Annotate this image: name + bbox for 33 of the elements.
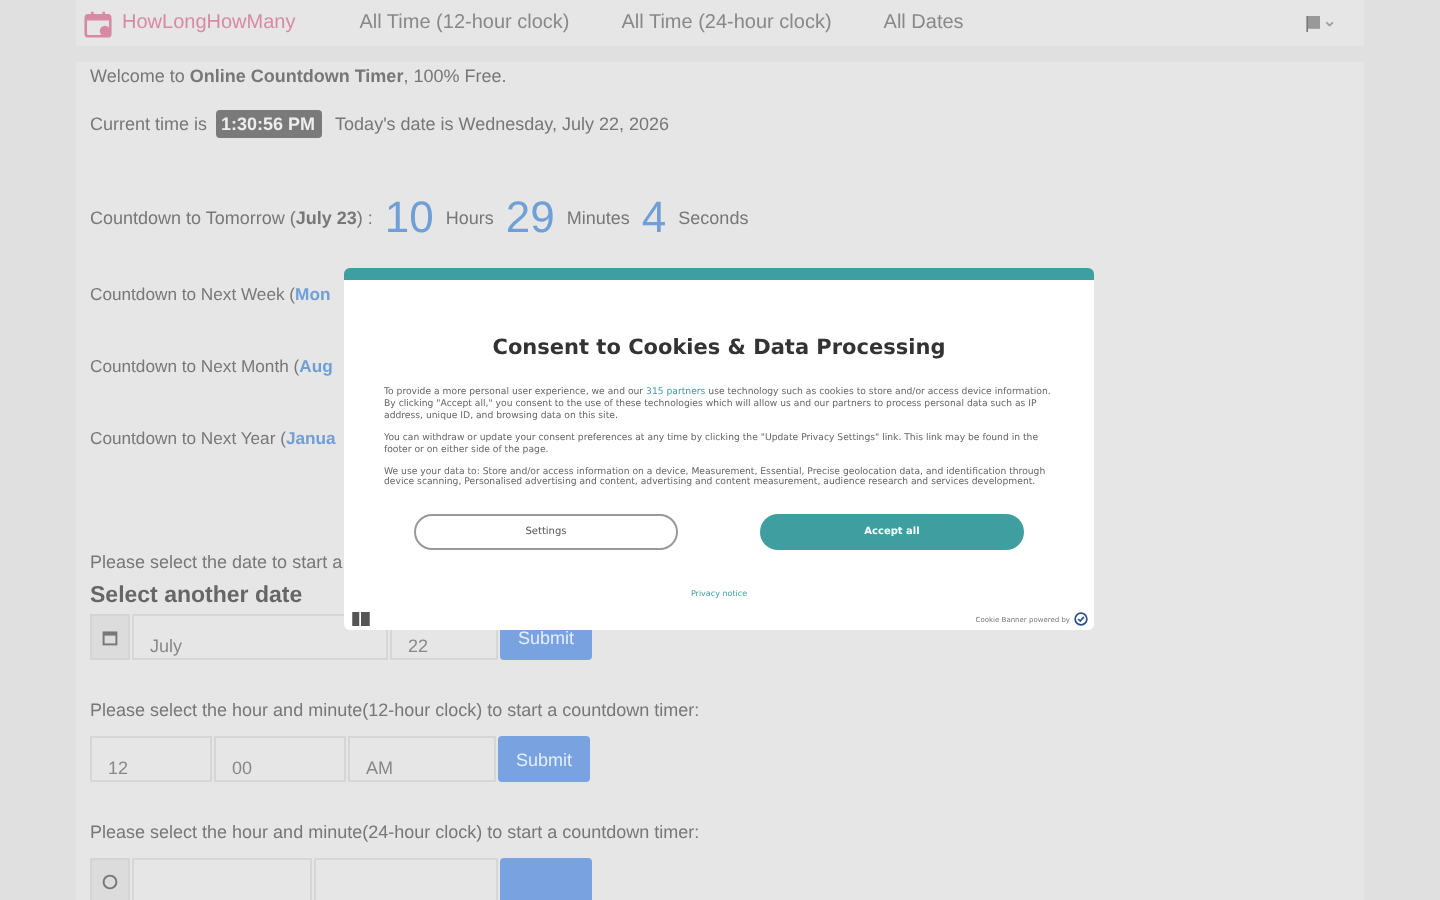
nav-link[interactable]: All Time (24-hour clock) xyxy=(621,12,832,34)
calendar-icon xyxy=(84,9,112,37)
nav-link[interactable]: All Time (12-hour clock) xyxy=(359,12,570,34)
countdown-label: Countdown to Next Month (Aug xyxy=(90,356,333,376)
countdown-label: Countdown to Tomorrow (July 23) : xyxy=(90,208,373,228)
submit-button[interactable] xyxy=(500,858,592,900)
time12-form-intro: Please select the hour and minute(12-hour clock) to start a countdown timer: xyxy=(90,700,702,720)
ampm-select[interactable]: AM xyxy=(348,736,496,782)
date-text: Today's date is Wednesday, July 22, 2026 xyxy=(335,114,670,134)
dialog-title: Consent to Cookies & Data Processing xyxy=(490,336,948,360)
shield-icon xyxy=(1074,612,1088,626)
section-heading: Select another date xyxy=(90,584,303,608)
submit-button[interactable]: Submit xyxy=(498,736,590,782)
countdown-unit: Minutes xyxy=(566,208,630,228)
countdown-label: Countdown to Next Year (Janua xyxy=(90,428,336,448)
site-logo-link[interactable]: HowLongHowMany xyxy=(122,12,296,34)
countdown-value: 4 xyxy=(641,192,667,244)
current-time-label: Current time is xyxy=(90,114,208,134)
countdown-unit: Hours xyxy=(445,208,494,228)
calendar-icon xyxy=(90,614,130,660)
countdown-value: 10 xyxy=(384,192,434,244)
countdown-unit: Seconds xyxy=(678,208,749,228)
time24-form-intro: Please select the hour and minute(24-hour clock) to start a countdown timer: xyxy=(90,822,702,842)
countdown-label: Countdown to Next Week (Mon xyxy=(90,284,331,304)
date-form-intro: Please select the date to start a xyxy=(90,552,345,572)
welcome-text: Welcome to Online Countdown Timer, 100% Free. xyxy=(90,66,509,86)
language-flag-icon[interactable] xyxy=(1304,13,1336,33)
countdown-value: 29 xyxy=(505,192,555,244)
current-time: 1:30:56 PM xyxy=(215,110,322,138)
hour-select[interactable]: 12 xyxy=(90,736,212,782)
minute-select[interactable]: 00 xyxy=(214,736,346,782)
nav-link[interactable]: All Dates xyxy=(883,12,964,34)
minute-select[interactable] xyxy=(314,858,498,900)
